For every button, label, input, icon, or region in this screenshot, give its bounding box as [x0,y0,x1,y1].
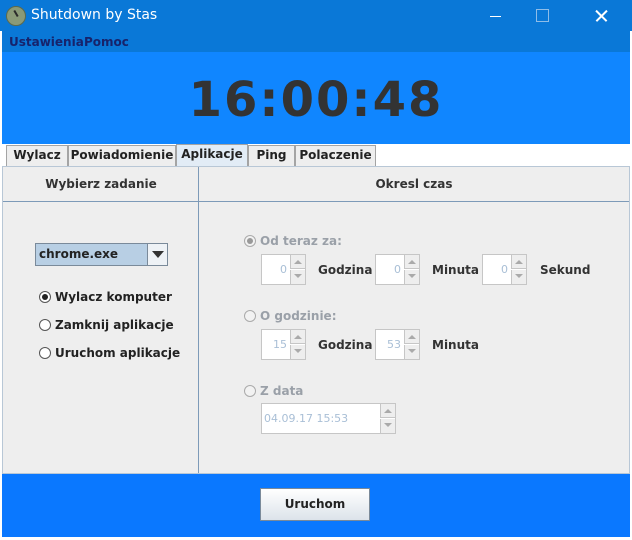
spinner-up-icon[interactable] [290,330,305,344]
spinner-down-icon[interactable] [290,345,305,359]
app-window: Shutdown by Stas Ustawienia Pomoc 16:00:… [0,0,632,540]
at-hours-unit-label: Godzina [318,338,373,352]
minutes-unit-label: Minuta [432,263,479,277]
spinner-down-icon[interactable] [404,345,419,359]
spinner-up-icon[interactable] [380,404,395,418]
tab-aplikacje[interactable]: Aplikacje [176,144,248,166]
aplikacje-panel: Wybierz zadanie Okresl czas chrome.exe W… [2,166,630,474]
radio-circle[interactable] [39,291,51,303]
spinner-down-icon[interactable] [511,270,526,284]
at-minutes-unit-label: Minuta [432,338,479,352]
spinner-up-icon[interactable] [290,255,305,269]
clock-app-icon [6,6,26,26]
application-select[interactable]: chrome.exe [35,243,168,266]
seconds-unit-label: Sekund [540,263,591,277]
radio-circle[interactable] [39,347,51,359]
hours-spinner[interactable]: 0 [261,254,306,285]
tab-ping[interactable]: Ping [248,145,295,166]
run-button[interactable]: Uruchom [260,488,370,521]
spinner-up-icon[interactable] [404,255,419,269]
radio-label: O godzinie: [260,309,337,323]
current-time: 16:00:48 [188,72,444,128]
at-hours-value: 15 [273,338,287,351]
tab-powiadomienie[interactable]: Powiadomienie [68,145,176,166]
seconds-spinner[interactable]: 0 [482,254,527,285]
minutes-value: 0 [394,263,401,276]
maximize-button[interactable] [518,0,564,31]
title-bar[interactable]: Shutdown by Stas [0,0,632,31]
task-header: Wybierz zadanie [3,167,199,202]
radio-label: Od teraz za: [260,234,342,248]
seconds-value: 0 [501,263,508,276]
menu-pomoc[interactable]: Pomoc [84,35,129,49]
radio-circle[interactable] [244,235,256,247]
menu-ustawienia[interactable]: Ustawienia [9,35,84,49]
spinner-up-icon[interactable] [511,255,526,269]
radio-circle[interactable] [39,319,51,331]
chevron-down-icon[interactable] [147,244,167,265]
radio-label: Zamknij aplikacje [55,318,174,332]
minimize-button[interactable] [472,0,518,31]
spinner-up-icon[interactable] [404,330,419,344]
spinner-down-icon[interactable] [380,419,395,433]
spinner-down-icon[interactable] [404,270,419,284]
close-button[interactable] [578,0,624,31]
at-minutes-spinner[interactable]: 53 [375,329,420,360]
date-spinner[interactable]: 04.09.17 15:53 [261,403,396,434]
tab-polaczenie[interactable]: Polaczenie [295,145,376,166]
tab-wylacz[interactable]: Wylacz [6,145,68,166]
hours-unit-label: Godzina [318,263,373,277]
clock-panel: 16:00:48 [2,52,630,144]
time-header: Okresl czas [199,167,629,202]
menu-bar: Ustawienia Pomoc [2,31,630,52]
radio-label: Z data [260,384,304,398]
application-select-value: chrome.exe [39,247,119,261]
radio-circle[interactable] [244,385,256,397]
date-value: 04.09.17 15:53 [264,412,349,425]
spinner-down-icon[interactable] [290,270,305,284]
window-title: Shutdown by Stas [31,7,158,23]
hours-value: 0 [280,263,287,276]
at-hours-spinner[interactable]: 15 [261,329,306,360]
minutes-spinner[interactable]: 0 [375,254,420,285]
at-minutes-value: 53 [387,338,401,351]
radio-label: Wylacz komputer [55,290,172,304]
bottom-bar: Uruchom [2,474,630,537]
radio-label: Uruchom aplikacje [55,346,181,360]
tab-bar: Wylacz Powiadomienie Aplikacje Ping Pola… [2,144,630,166]
radio-circle[interactable] [244,310,256,322]
